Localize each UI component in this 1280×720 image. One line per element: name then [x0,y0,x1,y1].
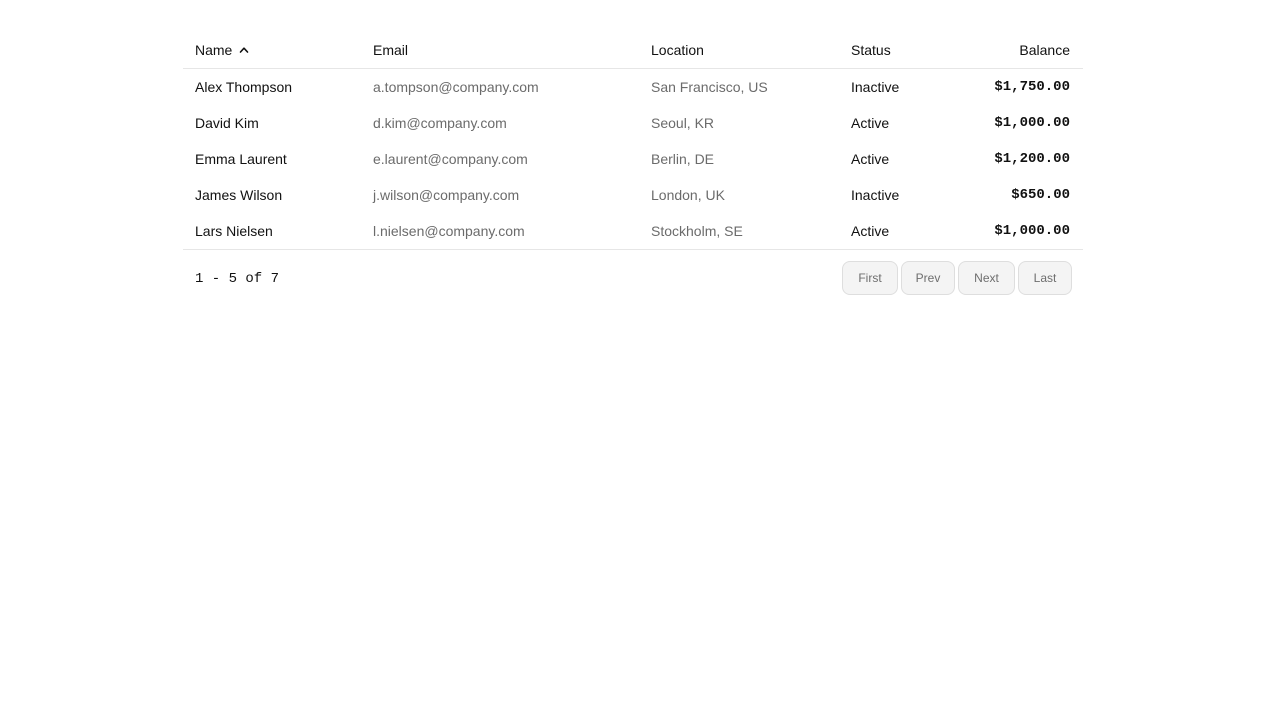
cell-name: Alex Thompson [195,79,293,95]
cell-name: Lars Nielsen [183,213,361,250]
cell-balance: $1,000.00 [994,115,1070,131]
chevron-up-icon [240,47,249,53]
cell-status: Active [851,151,890,167]
table-row[interactable]: Lars Nielsen l.nielsen@company.com Stock… [183,213,1083,250]
cell-email: e.laurent@company.com [373,151,528,167]
cell-email: l.nielsen@company.com [361,213,639,250]
table-row[interactable]: Emma Laurent e.laurent@company.com Berli… [183,141,1083,177]
column-header-name-label: Name [195,42,233,58]
data-table: Name Email Location Status Balance Alex … [183,32,1083,250]
cell-name: Emma Laurent [195,151,287,167]
table-row[interactable]: David Kim d.kim@company.com Seoul, KR Ac… [183,105,1083,141]
column-header-balance[interactable]: Balance [949,32,1083,69]
cell-location: Berlin, DE [651,151,715,167]
cell-balance: $1,000.00 [949,213,1083,250]
table-body: Alex Thompson a.tompson@company.com San … [183,69,1083,250]
cell-name: James Wilson [195,187,283,203]
cell-email: d.kim@company.com [373,115,507,131]
cell-location: Seoul, KR [651,115,715,131]
table-row[interactable]: Alex Thompson a.tompson@company.com San … [183,69,1083,106]
data-table-container: Name Email Location Status Balance Alex … [183,32,1083,296]
next-page-button[interactable]: Next [958,261,1015,295]
prev-page-button[interactable]: Prev [901,261,955,295]
cell-email: j.wilson@company.com [373,187,520,203]
cell-location: San Francisco, US [651,79,768,95]
cell-balance: $1,200.00 [994,151,1070,167]
cell-location: Stockholm, SE [639,213,839,250]
first-page-button[interactable]: First [842,261,898,295]
pagination-bar: 1 - 5 of 7 First Prev Next Last [183,250,1083,296]
table-header: Name Email Location Status Balance [183,32,1083,69]
cell-status: Active [839,213,949,250]
cell-status: Inactive [851,79,900,95]
cell-status: Active [851,115,890,131]
column-header-email[interactable]: Email [361,32,639,69]
sort-name-button[interactable]: Name [195,42,249,58]
column-header-name[interactable]: Name [183,32,361,69]
last-page-button[interactable]: Last [1018,261,1072,295]
pagination-range-text: 1 - 5 of 7 [195,271,280,287]
cell-balance: $1,750.00 [994,79,1070,95]
cell-email: a.tompson@company.com [373,79,539,95]
header-row: Name Email Location Status Balance [183,32,1083,69]
cell-balance: $650.00 [1011,187,1070,203]
table-row[interactable]: James Wilson j.wilson@company.com London… [183,177,1083,213]
column-header-location[interactable]: Location [639,32,839,69]
cell-status: Inactive [851,187,900,203]
cell-location: London, UK [651,187,725,203]
column-header-status[interactable]: Status [839,32,949,69]
pagination-controls: First Prev Next Last [842,261,1072,295]
cell-name: David Kim [195,115,259,131]
